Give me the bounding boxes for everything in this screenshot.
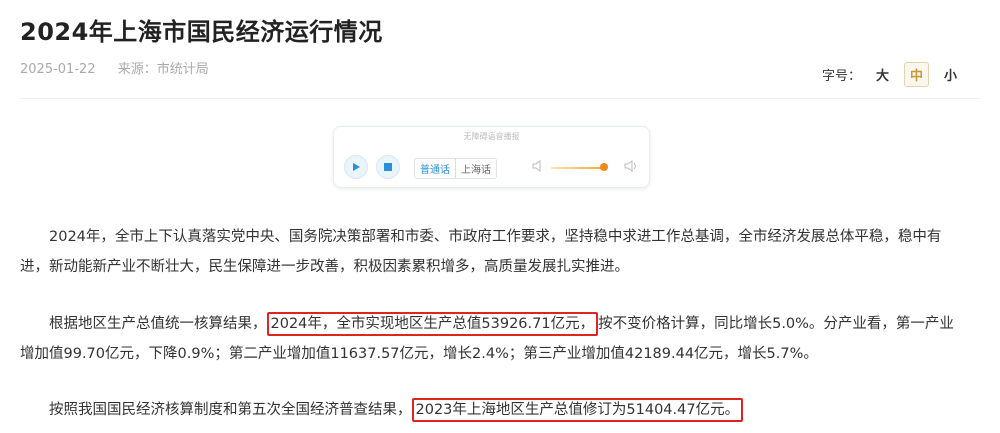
paragraph-gdp: 根据地区生产总值统一核算结果， 2024年，全市实现地区生产总值53926.71亿… bbox=[20, 309, 968, 369]
paragraph-overview: 2024年，全市上下认真落实党中央、国务院决策部署和市委、市政府工作要求，坚持稳… bbox=[20, 229, 942, 275]
stop-icon bbox=[384, 163, 392, 171]
article-meta: 2025-01-22 来源：市统计局 bbox=[20, 58, 209, 77]
volume-high-icon[interactable] bbox=[624, 159, 640, 173]
article-title: 2024年上海市国民经济运行情况 bbox=[20, 18, 383, 46]
article-source: 来源：市统计局 bbox=[117, 62, 209, 77]
player-caption: 无障碍语音播报 bbox=[463, 132, 520, 141]
play-button[interactable] bbox=[344, 155, 368, 179]
font-size-label: 字号： bbox=[821, 69, 861, 84]
volume-slider-handle[interactable] bbox=[600, 163, 608, 171]
paragraph-gdp-intro: 根据地区生产总值统一核算结果， bbox=[49, 316, 267, 332]
paragraph-revision-intro: 按照我国国民经济核算制度和第五次全国经济普查结果， bbox=[49, 402, 412, 418]
paragraph-revision: 按照我国国民经济核算制度和第五次全国经济普查结果， 2023年上海地区生产总值修订… bbox=[20, 395, 968, 425]
font-size-medium-button[interactable]: 中 bbox=[903, 62, 929, 87]
header-divider bbox=[20, 98, 980, 99]
volume-low-icon[interactable] bbox=[532, 159, 544, 173]
font-size-small-button[interactable]: 小 bbox=[939, 63, 962, 86]
stop-button[interactable] bbox=[376, 155, 400, 179]
highlight-gdp-2024: 2024年，全市实现地区生产总值53926.71亿元， bbox=[266, 312, 599, 336]
font-size-selector: 字号： 大 中 小 bbox=[822, 62, 962, 87]
volume-slider[interactable] bbox=[551, 167, 607, 169]
font-size-large-button[interactable]: 大 bbox=[871, 63, 894, 86]
audio-player: 无障碍语音播报 普通话 上海话 bbox=[333, 126, 650, 188]
language-mandarin-tab[interactable]: 普通话 bbox=[415, 159, 455, 178]
language-shanghainese-tab[interactable]: 上海话 bbox=[456, 159, 496, 178]
language-switch: 普通话 上海话 bbox=[414, 158, 497, 179]
play-icon bbox=[353, 163, 360, 171]
highlight-gdp-2023-revision: 2023年上海地区生产总值修订为51404.47亿元。 bbox=[411, 398, 744, 422]
publish-date: 2025-01-22 bbox=[20, 62, 96, 77]
